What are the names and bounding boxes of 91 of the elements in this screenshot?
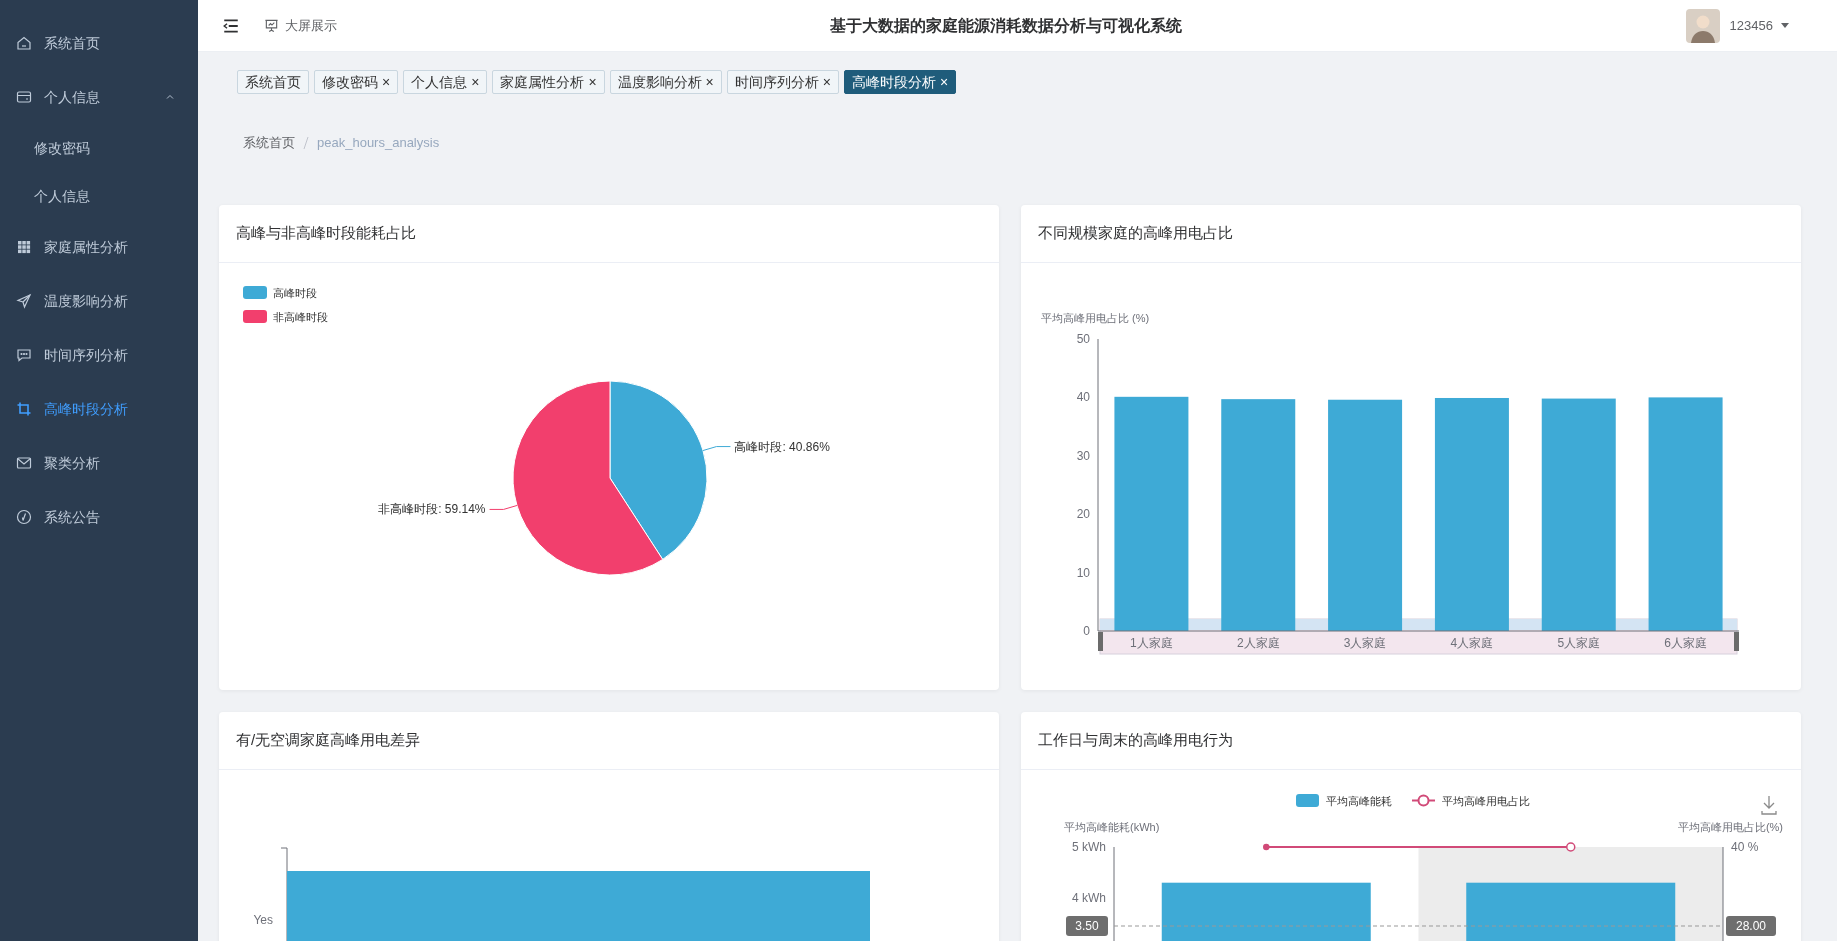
tick-label: Yes xyxy=(253,912,273,927)
close-icon[interactable]: × xyxy=(471,74,480,90)
pointer-label: 3.50 xyxy=(1066,915,1108,936)
chart-bar[interactable] xyxy=(1221,398,1296,631)
legend-item[interactable]: 平均高峰用电占比 xyxy=(1411,794,1530,806)
user-menu[interactable]: 123456 xyxy=(1729,15,1789,36)
page-tab[interactable]: 家庭属性分析 × xyxy=(492,70,605,94)
tick-label: 4人家庭 xyxy=(1450,635,1494,650)
sidebar-subitem[interactable]: 修改密码 xyxy=(0,124,198,172)
sidebar-item[interactable]: 个人信息 xyxy=(0,70,198,124)
send-icon xyxy=(16,293,32,309)
chart-bar[interactable] xyxy=(1648,396,1723,631)
page-tab[interactable]: 修改密码 × xyxy=(314,70,399,94)
line-point[interactable] xyxy=(1566,841,1576,852)
card-title: 有/无空调家庭高峰用电差异 xyxy=(219,711,999,770)
sidebar-item[interactable]: 聚类分析 xyxy=(0,436,198,490)
data-label: 非高峰时段: 59.14% xyxy=(378,501,486,516)
page-tab[interactable]: 高峰时段分析 × xyxy=(843,70,957,94)
tick-label: 5人家庭 xyxy=(1557,635,1601,650)
pie-slice[interactable] xyxy=(512,380,664,575)
chart-bar[interactable] xyxy=(287,870,870,941)
chart-bar[interactable] xyxy=(1114,396,1189,631)
crop-icon xyxy=(16,401,32,417)
pointer-label: 28.00 xyxy=(1726,915,1776,936)
legend-label: 高峰时段 xyxy=(273,286,317,299)
legend-label: 非高峰时段 xyxy=(273,310,328,323)
app-title: 基于大数据的家庭能源消耗数据分析与可视化系统 xyxy=(829,15,1182,36)
tick-label: 30 xyxy=(1076,448,1090,463)
card-title: 高峰与非高峰时段能耗占比 xyxy=(219,204,999,263)
avatar[interactable] xyxy=(1685,8,1720,43)
separator-icon xyxy=(303,136,309,149)
sidebar-item[interactable]: 温度影响分析 xyxy=(0,274,198,328)
page-tab[interactable]: 温度影响分析 × xyxy=(609,70,722,94)
sidebar-item[interactable]: 家庭属性分析 xyxy=(0,220,198,274)
chart-bar[interactable] xyxy=(1466,882,1676,941)
legend-label: 平均高峰能耗 xyxy=(1326,794,1392,806)
breadcrumb-item[interactable]: 系统首页 xyxy=(243,133,295,153)
tick-label: 1人家庭 xyxy=(1130,635,1173,650)
chart-bar[interactable] xyxy=(1161,882,1371,941)
caret-icon xyxy=(1781,22,1789,29)
download-icon[interactable] xyxy=(1761,794,1777,815)
page-tab[interactable]: 系统首页 xyxy=(237,70,309,94)
tick-label: 2人家庭 xyxy=(1236,635,1280,650)
card-title: 不同规模家庭的高峰用电占比 xyxy=(1021,204,1801,263)
wallet-icon xyxy=(16,89,32,105)
line-point[interactable] xyxy=(1263,843,1270,850)
home-icon xyxy=(16,35,32,51)
tick-label: 50 xyxy=(1076,331,1090,346)
sidebar-item[interactable]: 系统首页 xyxy=(0,16,198,70)
chart-bar[interactable] xyxy=(1541,398,1616,631)
leader-line xyxy=(489,504,518,510)
axis-title: 平均高峰用电占比 (%) xyxy=(1041,311,1150,324)
sidebar-item[interactable]: 高峰时段分析 xyxy=(0,382,198,436)
tick-label: 10 xyxy=(1076,565,1090,580)
tick-label: 0 xyxy=(1083,623,1090,638)
axis-title: 平均高峰能耗(kWh) xyxy=(1064,820,1160,833)
leader-line xyxy=(702,445,731,451)
tick-label: 4 kWh xyxy=(1072,890,1106,905)
legend-item[interactable]: 平均高峰能耗 xyxy=(1296,793,1392,807)
data-label: 高峰时段: 40.86% xyxy=(734,439,830,454)
close-icon[interactable]: × xyxy=(382,74,391,90)
sidebar-item[interactable]: 系统公告 xyxy=(0,490,198,544)
card-title: 工作日与周末的高峰用电行为 xyxy=(1021,711,1801,770)
compass-icon xyxy=(16,509,32,525)
screen-link[interactable]: 大屏展示 xyxy=(264,15,337,36)
tick-label: 40 xyxy=(1076,389,1090,404)
close-icon[interactable]: × xyxy=(939,74,949,90)
tick-label: 5 kWh xyxy=(1072,839,1106,854)
axis-title: 平均高峰用电占比(%) xyxy=(1677,820,1783,833)
sidebar-item[interactable]: 时间序列分析 xyxy=(0,328,198,382)
presentation-icon xyxy=(264,18,279,33)
mail-icon xyxy=(16,455,32,471)
page-tab[interactable]: 时间序列分析 × xyxy=(726,70,839,94)
tick-label: 20 xyxy=(1076,506,1090,521)
chart-bar[interactable] xyxy=(1328,399,1403,631)
breadcrumb-item: peak_hours_analysis xyxy=(317,134,440,152)
page-tab[interactable]: 个人信息 × xyxy=(403,70,488,94)
menu-icon xyxy=(222,16,240,35)
chart-bar[interactable] xyxy=(1434,397,1509,631)
close-icon[interactable]: × xyxy=(588,74,597,90)
close-icon[interactable]: × xyxy=(822,74,831,90)
tick-label: 40 % xyxy=(1731,839,1759,854)
legend-item[interactable]: 高峰时段 xyxy=(243,285,317,299)
grid-icon xyxy=(16,239,32,255)
sidebar-subitem[interactable]: 个人信息 xyxy=(0,172,198,220)
tick-label: 3人家庭 xyxy=(1343,635,1387,650)
tick-label: 6人家庭 xyxy=(1664,635,1707,650)
pie-slice[interactable] xyxy=(609,380,708,560)
close-icon[interactable]: × xyxy=(705,74,714,90)
legend-item[interactable]: 非高峰时段 xyxy=(243,309,328,323)
chat-icon xyxy=(16,347,32,363)
